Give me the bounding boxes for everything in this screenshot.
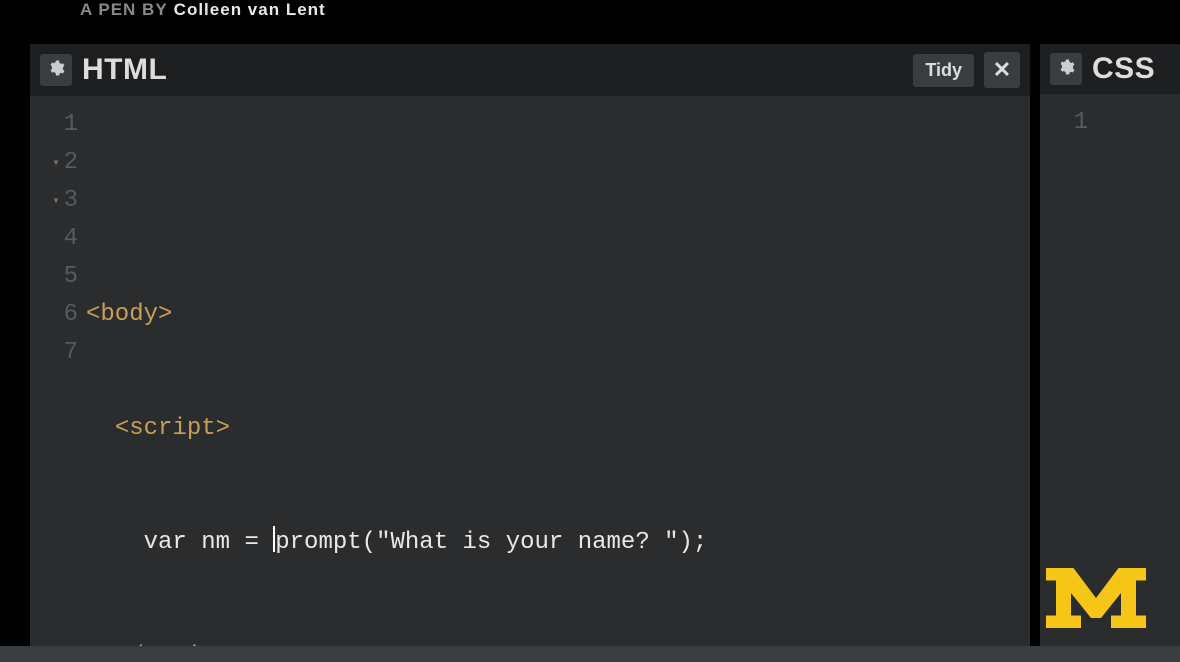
panel-css-settings-button[interactable] (1050, 53, 1082, 85)
panel-html-header: HTML Tidy ✕ (30, 44, 1030, 96)
panel-html-settings-button[interactable] (40, 54, 72, 86)
line-number: 4 (64, 220, 78, 258)
line-number: 7 (64, 334, 78, 372)
code-token: <script> (115, 415, 230, 442)
editor-html[interactable]: 1 ▾2 ▾3 4 5 6 7 <body> <script> var nm =… (30, 96, 1030, 656)
panel-css: CSS 1 (1040, 44, 1180, 656)
panel-css-title: CSS (1092, 52, 1155, 86)
line-number: 6 (64, 296, 78, 334)
panel-html-close-button[interactable]: ✕ (984, 52, 1020, 88)
line-number: 5 (64, 258, 78, 296)
fold-icon[interactable]: ▾ (50, 144, 60, 182)
fold-icon[interactable]: ▾ (50, 182, 60, 220)
line-number: 3 (64, 182, 78, 220)
michigan-logo (1034, 568, 1158, 628)
line-number: 1 (64, 106, 78, 144)
gutter-html: 1 ▾2 ▾3 4 5 6 7 (30, 106, 86, 656)
top-bar: A PEN BY Colleen van Lent (0, 0, 1180, 36)
pen-by-prefix: A PEN BY (80, 0, 168, 20)
panel-css-header: CSS (1040, 44, 1180, 94)
line-number: 1 (1074, 104, 1088, 142)
code-token: "What is your name? " (376, 529, 678, 556)
code-area-html[interactable]: <body> <script> var nm = prompt("What is… (86, 106, 1030, 656)
gear-icon (47, 59, 65, 82)
panel-html: HTML Tidy ✕ 1 ▾2 ▾3 4 5 6 7 <body> <scri… (30, 44, 1030, 656)
block-m-icon (1034, 615, 1158, 632)
code-token: ); (679, 529, 708, 556)
code-token: <body> (86, 301, 172, 328)
close-icon: ✕ (993, 57, 1011, 83)
code-token: var (144, 529, 187, 556)
panel-html-title: HTML (82, 53, 167, 87)
code-token: prompt (275, 529, 361, 556)
code-token: ( (362, 529, 376, 556)
bottom-strip (0, 646, 1180, 662)
tidy-button[interactable]: Tidy (913, 54, 974, 87)
gear-icon (1057, 58, 1075, 81)
line-number: 2 (64, 144, 78, 182)
pen-author[interactable]: Colleen van Lent (174, 0, 326, 20)
code-token: nm = (187, 529, 273, 556)
workspace: HTML Tidy ✕ 1 ▾2 ▾3 4 5 6 7 <body> <scri… (0, 36, 1180, 656)
